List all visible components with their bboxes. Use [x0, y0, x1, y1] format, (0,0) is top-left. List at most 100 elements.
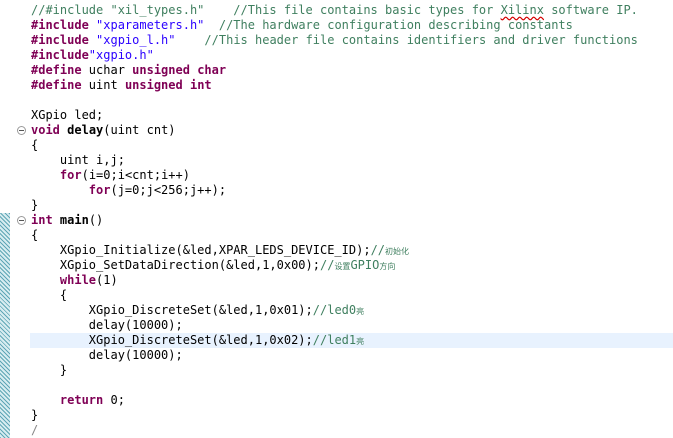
code-line[interactable]: } — [31, 198, 673, 213]
code-line[interactable]: } — [31, 363, 673, 378]
code-token: while — [59, 273, 97, 287]
code-line[interactable]: #include "xgpio_l.h" //This header file … — [31, 33, 673, 48]
code-line[interactable]: { — [31, 138, 673, 153]
code-token: int — [31, 213, 53, 227]
code-token: XGpio led; — [31, 108, 104, 122]
code-token: //#include "xil_types.h" //This file con… — [31, 3, 501, 17]
code-lines[interactable]: //#include "xil_types.h" //This file con… — [30, 3, 673, 438]
code-line[interactable]: //#include "xil_types.h" //This file con… — [31, 3, 673, 18]
code-line[interactable]: int main() — [31, 213, 673, 228]
code-line[interactable]: { — [31, 228, 673, 243]
code-token: "xgpio_l.h" — [96, 33, 176, 47]
code-line[interactable]: #define uint unsigned int — [31, 78, 673, 93]
code-token: 方向 — [379, 262, 396, 271]
code-token: XGpio_SetDataDirection(&led,1,0x00); — [31, 258, 320, 272]
code-token: #define — [31, 63, 82, 77]
code-token: main — [59, 213, 89, 227]
code-token: Xilinx — [500, 3, 544, 17]
editor-gutter[interactable] — [0, 0, 30, 438]
code-token: XGpio_DiscreteSet(&led,1,0x01); — [31, 303, 313, 317]
code-token: { — [31, 228, 39, 242]
code-token: uint — [81, 78, 125, 92]
code-line[interactable]: { — [31, 288, 673, 303]
code-token: int — [189, 78, 212, 92]
code-line[interactable]: XGpio_SetDataDirection(&led,1,0x00);//设置… — [31, 258, 673, 273]
code-token: (1) — [96, 273, 118, 287]
code-token: } — [31, 408, 39, 422]
code-token: 设置 — [334, 262, 351, 271]
code-token: software IP. — [543, 3, 638, 17]
code-token: unsigned — [124, 78, 183, 92]
change-marker — [0, 213, 10, 438]
code-line[interactable]: #define uchar unsigned char — [31, 63, 673, 78]
code-line[interactable]: for(j=0;j<256;j++); — [31, 183, 673, 198]
code-line[interactable] — [31, 93, 673, 108]
code-token: #define — [31, 78, 82, 92]
code-token: "xparameters.h" — [96, 18, 205, 32]
code-token: delay(10000); — [31, 318, 183, 332]
code-token: delay — [67, 123, 104, 137]
code-token: (j=0;j<256;j++); — [110, 183, 227, 197]
code-line[interactable]: #include "xparameters.h" //The hardware … — [31, 18, 673, 33]
code-token: //This header file contains identifiers … — [204, 33, 638, 47]
code-line[interactable]: XGpio_DiscreteSet(&led,1,0x01);//led0亮 — [31, 303, 673, 318]
code-token: XGpio_Initialize(&led,XPAR_LEDS_DEVICE_I… — [31, 243, 371, 257]
code-token: 亮 — [356, 307, 365, 316]
code-token: for — [88, 183, 111, 197]
code-line[interactable]: XGpio led; — [31, 108, 673, 123]
code-token: void — [31, 123, 60, 137]
code-line[interactable]: delay(10000); — [31, 348, 673, 363]
code-token: GPIO — [350, 258, 380, 272]
code-token: } — [31, 198, 39, 212]
code-token: //led1 — [312, 333, 357, 347]
code-token: unsigned — [132, 63, 190, 77]
code-token: / — [31, 423, 39, 437]
collapse-fold-icon[interactable] — [17, 216, 26, 225]
code-token: uint i,j; — [31, 153, 125, 167]
code-token: } — [31, 363, 68, 377]
current-code-line[interactable]: XGpio_DiscreteSet(&led,1,0x02);//led1亮 — [30, 333, 673, 348]
code-line[interactable]: for(i=0;i<cnt;i++) — [31, 168, 673, 183]
code-token: { — [31, 288, 68, 302]
code-line[interactable]: #include"xgpio.h" — [31, 48, 673, 63]
code-token: // — [319, 258, 335, 272]
code-line[interactable]: void delay(uint cnt) — [31, 123, 673, 138]
code-token: { — [31, 138, 39, 152]
code-line[interactable]: } — [31, 408, 673, 423]
code-token: delay(10000); — [31, 348, 183, 362]
code-token: for — [59, 168, 82, 182]
code-line[interactable]: delay(10000); — [31, 318, 673, 333]
code-token: (i=0;i<cnt;i++) — [81, 168, 190, 182]
code-token: //led0 — [312, 303, 357, 317]
code-line[interactable]: return 0; — [31, 393, 673, 408]
code-line[interactable]: while(1) — [31, 273, 673, 288]
code-token: 初始化 — [385, 247, 410, 256]
code-token: XGpio_DiscreteSet(&led,1,0x02); — [31, 333, 313, 347]
code-editor[interactable]: //#include "xil_types.h" //This file con… — [0, 0, 673, 438]
code-token: //The hardware configuration describing … — [218, 18, 573, 32]
code-token: uchar — [81, 63, 133, 77]
code-line[interactable]: / — [31, 423, 673, 438]
code-token: (uint cnt) — [103, 123, 176, 137]
code-token: #include — [31, 18, 89, 32]
code-token: () — [88, 213, 104, 227]
code-line[interactable] — [31, 378, 673, 393]
code-token: 0; — [103, 393, 125, 407]
collapse-fold-icon[interactable] — [17, 126, 26, 135]
code-token: char — [197, 63, 227, 77]
code-line[interactable]: XGpio_Initialize(&led,XPAR_LEDS_DEVICE_I… — [31, 243, 673, 258]
code-token: "xgpio.h" — [88, 48, 154, 62]
code-token: #include — [31, 33, 89, 47]
code-line[interactable]: uint i,j; — [31, 153, 673, 168]
code-token: // — [370, 243, 386, 257]
